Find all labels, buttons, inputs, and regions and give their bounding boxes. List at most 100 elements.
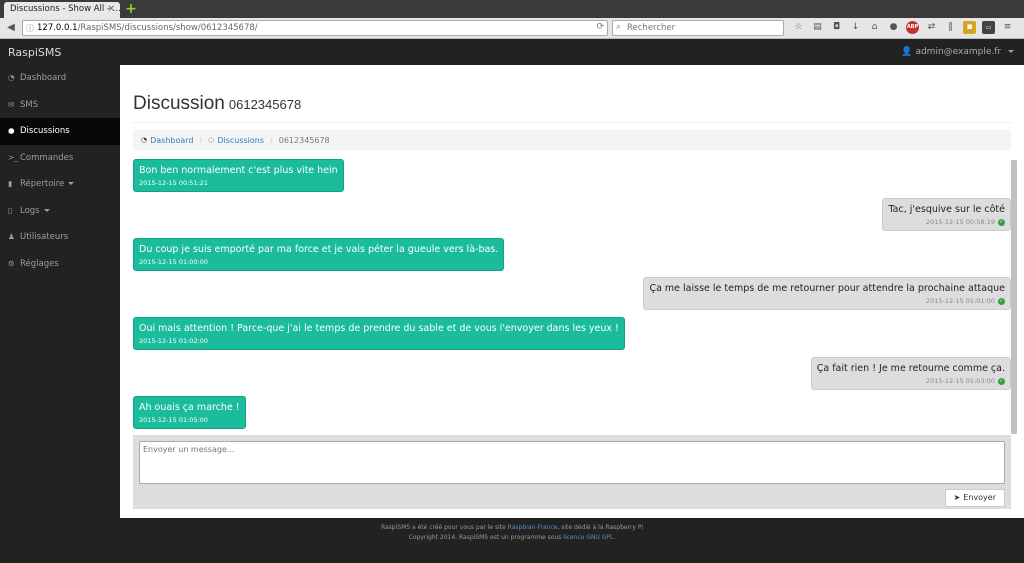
app-header: RaspiSMS 👤 admin@example.fr [0,39,1024,65]
page-title-text: Discussion [133,93,225,114]
comments-icon: ◌ [208,136,215,144]
reload-icon[interactable]: ⟳ [596,22,604,32]
sidebar-item-discussions[interactable]: ● Discussions [0,118,120,145]
sidebar-item-repertoire[interactable]: ▮ Répertoire [0,171,120,198]
user-icon: ♟ [8,232,15,241]
message-text: Tac, j'esquive sur le côté [888,204,1005,215]
search-placeholder: Rechercher [627,23,676,33]
brand-logo[interactable]: RaspiSMS [8,46,61,59]
close-tab-icon[interactable]: × [107,4,115,14]
url-bar[interactable]: ⓘ 127.0.0.1/RaspiSMS/discussions/show/06… [22,20,608,36]
reading-list-icon[interactable]: ▤ [811,21,824,34]
message-outgoing: Tac, j'esquive sur le côté 2015-12-15 00… [882,198,1011,231]
sidebar-item-commandes[interactable]: >_ Commandes [0,145,120,172]
sidebar-item-utilisateurs[interactable]: ♟ Utilisateurs [0,224,120,251]
message-text: Ça me laisse le temps de me retourner po… [649,283,1005,294]
file-icon: ▯ [8,205,13,215]
terminal-icon: >_ [8,152,19,162]
divider [133,122,1011,123]
breadcrumb-discussions[interactable]: Discussions [217,136,264,145]
footer-text: . [613,534,616,541]
search-input[interactable]: ⌕ Rechercher [612,20,784,36]
pocket-icon[interactable]: ◘ [830,21,843,34]
footer-line-2: Copyright 2014. RaspiSMS est un programm… [0,533,1024,543]
chevron-down-icon [43,208,50,212]
message-text: Ça fait rien ! Je me retourne comme ça. [816,363,1005,374]
sidebar-item-logs[interactable]: ▯ Logs [0,198,120,225]
message-incoming: Ah ouais ça marche ! 2015-12-15 01:05:00 [133,396,246,429]
sidebar: ◔ Dashboard ✉ SMS ● Discussions >_ Commandes… [0,65,120,520]
compose-area: ➤Envoyer [133,435,1011,509]
toolbar-icons: ☆ ▤ ◘ ↓ ⌂ ● ABP ⇄ ‖ ▪ ▭ ≡ [792,21,1014,35]
sidebar-item-label: Réglages [20,258,59,269]
new-tab-button[interactable]: + [124,1,138,17]
page-title: Discussion 0612345678 [133,93,301,115]
page-subtitle: 0612345678 [228,97,302,112]
browser-tab-bar: Discussions - Show All - ... × + [0,0,1024,18]
chat-icon[interactable]: ● [887,21,900,34]
breadcrumb-current: 0612345678 [278,135,330,145]
message-date: 2015-12-15 01:00:00 [139,258,209,266]
sidebar-item-label: Répertoire [20,179,65,189]
sidebar-item-label: Commandes [20,152,74,163]
message-date: 2015-12-15 01:05:00 [139,416,209,424]
license-link[interactable]: licence GNU GPL [563,534,613,541]
message-date: 2015-12-15 01:01:00 [925,297,995,305]
adblock-icon[interactable]: ABP [906,21,919,34]
message-text: Oui mais attention ! Parce-que j'ai le t… [139,323,619,334]
browser-toolbar: ◀ ⓘ 127.0.0.1/RaspiSMS/discussions/show/… [0,18,1024,39]
send-button-label: Envoyer [963,493,996,502]
breadcrumb-separator: / [199,135,203,145]
main-content: Discussion 0612345678 ◔ Dashboard / ◌ Dis… [120,65,1024,518]
browser-tab[interactable]: Discussions - Show All - ... × [4,2,120,18]
bookmark-star-icon[interactable]: ☆ [792,21,805,34]
comments-icon: ● [8,126,15,135]
sidebar-item-label: SMS [20,99,39,110]
url-host: 127.0.0.1 [37,23,78,33]
download-icon[interactable]: ↓ [849,21,862,34]
message-incoming: Oui mais attention ! Parce-que j'ai le t… [133,317,625,350]
user-email: admin@example.fr [915,47,1002,57]
url-path: /RaspiSMS/discussions/show/0612345678/ [77,23,258,33]
message-date: 2015-12-15 01:03:00 [925,377,995,385]
breadcrumb-dashboard[interactable]: Dashboard [150,136,193,145]
send-icon: ➤ [953,493,961,502]
sidebar-item-label: Utilisateurs [20,232,69,242]
raspbian-france-link[interactable]: Raspbian-France [508,524,558,531]
cogs-icon: ⚙ [8,258,15,268]
scrollbar[interactable] [1011,160,1017,434]
user-icon: 👤 [901,47,913,57]
check-icon: ✓ [998,377,1005,385]
breadcrumb: ◔ Dashboard / ◌ Discussions / 0612345678 [133,130,1011,150]
screen-icon[interactable]: ▭ [982,21,995,34]
extension-icon[interactable]: ▪ [963,21,976,34]
footer-text: , site dédié à la Raspberry Pi [557,524,644,531]
info-icon: ⓘ [26,24,34,33]
sidebar-item-label: Logs [20,205,40,216]
footer-text: RaspiSMS a été créé pour vous par le sit… [380,524,508,531]
back-arrow-icon[interactable]: ◀ [4,21,18,35]
message-list[interactable]: Bon ben normalement c'est plus vite hein… [133,156,1011,435]
search-icon: ⌕ [616,22,622,32]
book-icon: ▮ [8,179,13,188]
message-incoming: Du coup je suis emporté par ma force et … [133,238,505,271]
sync-icon[interactable]: ⇄ [925,21,938,34]
send-button[interactable]: ➤ Envoyer [944,489,1005,507]
library-icon[interactable]: ‖ [944,21,957,34]
sidebar-item-sms[interactable]: ✉ SMS [0,92,120,119]
scrollbar-thumb[interactable] [1011,160,1017,434]
footer: RaspiSMS a été créé pour vous par le sit… [0,520,1024,563]
chevron-down-icon [1008,50,1014,53]
footer-line-1: RaspiSMS a été créé pour vous par le sit… [0,523,1024,533]
sidebar-item-dashboard[interactable]: ◔ Dashboard [0,65,120,92]
message-input[interactable] [139,441,1005,484]
menu-icon[interactable]: ≡ [1001,21,1014,34]
message-text: Bon ben normalement c'est plus vite hein [139,165,338,176]
message-date: 2015-12-15 01:02:00 [139,337,209,345]
user-menu[interactable]: 👤 admin@example.fr [901,47,1014,57]
message-outgoing: Ça fait rien ! Je me retourne comme ça. … [810,357,1011,390]
chevron-down-icon [68,182,75,185]
envelope-icon: ✉ [8,99,15,109]
sidebar-item-reglages[interactable]: ⚙ Réglages [0,251,120,278]
home-icon[interactable]: ⌂ [868,21,881,34]
